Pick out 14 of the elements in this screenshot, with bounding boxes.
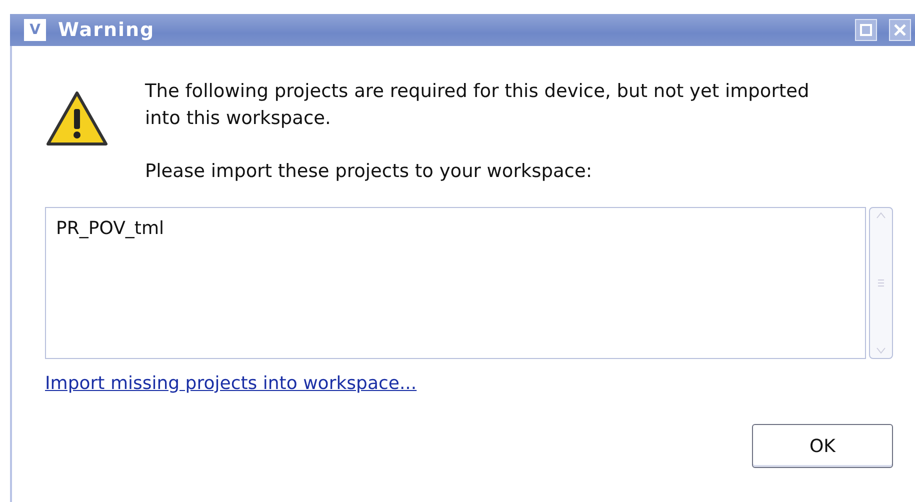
window-title: Warning	[58, 19, 156, 41]
app-icon: V	[24, 19, 46, 41]
maximize-icon	[860, 24, 872, 36]
warning-icon	[45, 90, 109, 148]
import-link[interactable]: Import missing projects into workspace...	[45, 373, 417, 394]
project-item[interactable]: PR_POV_tml	[56, 218, 856, 239]
warning-message: The following projects are required for this device, but not yet imported into this workspace.	[145, 80, 810, 131]
maximize-button[interactable]	[855, 19, 877, 41]
ok-button[interactable]: OK	[752, 424, 893, 468]
close-button[interactable]	[889, 19, 911, 41]
scrollbar[interactable]	[869, 207, 893, 359]
close-icon	[894, 24, 906, 36]
project-list[interactable]: PR_POV_tml	[45, 207, 866, 359]
instruction-text: Please import these projects to your workspace:	[145, 160, 594, 184]
